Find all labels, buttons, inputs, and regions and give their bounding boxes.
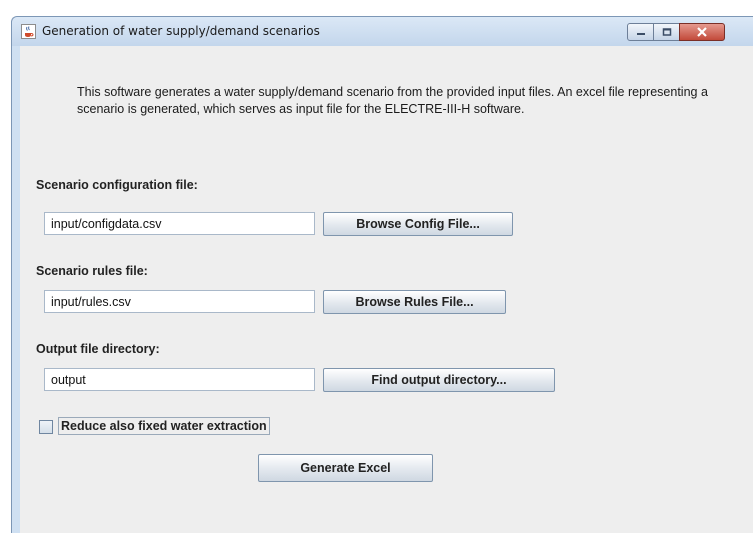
java-coffee-cup-icon — [21, 24, 36, 39]
output-dir-label: Output file directory: — [36, 342, 160, 356]
browse-rules-button[interactable]: Browse Rules File... — [323, 290, 506, 314]
content-panel: This software generates a water supply/d… — [20, 46, 753, 533]
maximize-button[interactable] — [653, 23, 680, 41]
close-icon — [697, 27, 707, 37]
generate-excel-button[interactable]: Generate Excel — [258, 454, 433, 482]
reduce-fixed-label[interactable]: Reduce also fixed water extraction — [58, 417, 270, 435]
minimize-button[interactable] — [627, 23, 654, 41]
browse-config-button[interactable]: Browse Config File... — [323, 212, 513, 236]
title-bar[interactable]: Generation of water supply/demand scenar… — [12, 17, 753, 46]
rules-file-label: Scenario rules file: — [36, 264, 148, 278]
config-file-input[interactable] — [44, 212, 315, 235]
config-file-label: Scenario configuration file: — [36, 178, 198, 192]
output-dir-input[interactable] — [44, 368, 315, 391]
minimize-icon — [636, 33, 645, 35]
maximize-icon — [662, 28, 671, 36]
reduce-fixed-checkbox[interactable] — [39, 420, 53, 434]
window-title: Generation of water supply/demand scenar… — [42, 24, 320, 38]
app-window: Generation of water supply/demand scenar… — [11, 16, 753, 533]
rules-file-input[interactable] — [44, 290, 315, 313]
find-output-directory-button[interactable]: Find output directory... — [323, 368, 555, 392]
close-button[interactable] — [679, 23, 725, 41]
description-text: This software generates a water supply/d… — [77, 85, 708, 116]
